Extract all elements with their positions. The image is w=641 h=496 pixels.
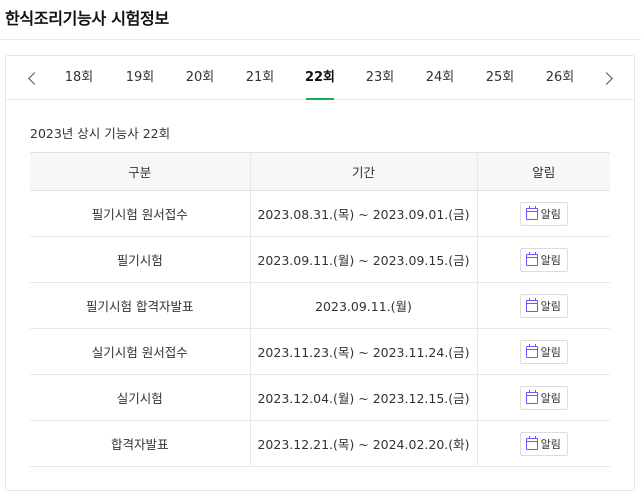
calendar-icon [525, 389, 538, 404]
prev-arrow-icon[interactable] [22, 68, 42, 88]
alarm-button[interactable]: 알림 [519, 201, 568, 226]
calendar-icon [525, 297, 538, 312]
next-arrow-icon[interactable] [598, 68, 618, 88]
header-alarm: 알림 [476, 152, 610, 191]
table-row: 필기시험 합격자발표 2023.09.11.(월) 알림 [30, 282, 610, 329]
table-header-row: 구분 기간 알림 [30, 152, 610, 191]
table-row: 실기시험 2023.12.04.(월) ~ 2023.12.15.(금) 알림 [30, 374, 610, 421]
tab-round-23[interactable]: 23회 [358, 56, 402, 100]
table-row: 필기시험 원서접수 2023.08.31.(목) ~ 2023.09.01.(금… [30, 190, 610, 237]
alarm-label: 알림 [540, 437, 561, 451]
tab-round-26[interactable]: 26회 [538, 56, 582, 100]
calendar-icon [525, 205, 538, 220]
tab-round-19[interactable]: 19회 [118, 56, 162, 100]
row-category: 필기시험 합격자발표 [30, 282, 250, 329]
alarm-label: 알림 [540, 299, 561, 313]
tab-round-20[interactable]: 20회 [178, 56, 222, 100]
row-category: 실기시험 원서접수 [30, 328, 250, 375]
calendar-icon [525, 435, 538, 450]
tab-round-24[interactable]: 24회 [418, 56, 462, 100]
alarm-label: 알림 [540, 253, 561, 267]
page-header: 한식조리기능사 시험정보 [0, 0, 641, 40]
row-category: 필기시험 [30, 236, 250, 283]
table-row: 필기시험 2023.09.11.(월) ~ 2023.09.15.(금) 알림 [30, 236, 610, 283]
alarm-label: 알림 [540, 207, 561, 221]
row-period: 2023.08.31.(목) ~ 2023.09.01.(금) [249, 190, 477, 237]
alarm-button[interactable]: 알림 [519, 247, 568, 272]
table-row: 합격자발표 2023.12.21.(목) ~ 2024.02.20.(화) 알림 [30, 420, 610, 467]
row-period: 2023.09.11.(월) [249, 282, 477, 329]
alarm-button[interactable]: 알림 [519, 339, 568, 364]
row-period: 2023.12.21.(목) ~ 2024.02.20.(화) [249, 420, 477, 467]
tab-round-22[interactable]: 22회 [298, 56, 342, 100]
row-period: 2023.11.23.(목) ~ 2023.11.24.(금) [249, 328, 477, 375]
alarm-label: 알림 [540, 391, 561, 405]
calendar-icon [525, 343, 538, 358]
alarm-button[interactable]: 알림 [519, 293, 568, 318]
calendar-icon [525, 251, 538, 266]
page-title: 한식조리기능사 시험정보 [5, 9, 169, 28]
row-period: 2023.09.11.(월) ~ 2023.09.15.(금) [249, 236, 477, 283]
section-title: 2023년 상시 기능사 22회 [30, 126, 171, 141]
tab-round-18[interactable]: 18회 [57, 56, 101, 100]
tab-round-21[interactable]: 21회 [238, 56, 282, 100]
header-category: 구분 [30, 152, 250, 191]
alarm-button[interactable]: 알림 [519, 385, 568, 410]
alarm-button[interactable]: 알림 [519, 431, 568, 456]
tab-round-25[interactable]: 25회 [478, 56, 522, 100]
row-period: 2023.12.04.(월) ~ 2023.12.15.(금) [249, 374, 477, 421]
table-row: 실기시험 원서접수 2023.11.23.(목) ~ 2023.11.24.(금… [30, 328, 610, 375]
row-category: 필기시험 원서접수 [30, 190, 250, 237]
header-period: 기간 [249, 152, 477, 191]
row-category: 실기시험 [30, 374, 250, 421]
exam-info-card: 18회 19회 20회 21회 22회 23회 24회 25회 26회 2023… [5, 55, 635, 491]
alarm-label: 알림 [540, 345, 561, 359]
round-tabs: 18회 19회 20회 21회 22회 23회 24회 25회 26회 [6, 56, 634, 100]
schedule-table: 구분 기간 알림 필기시험 원서접수 2023.08.31.(목) ~ 2023… [30, 152, 610, 467]
row-category: 합격자발표 [30, 420, 250, 467]
